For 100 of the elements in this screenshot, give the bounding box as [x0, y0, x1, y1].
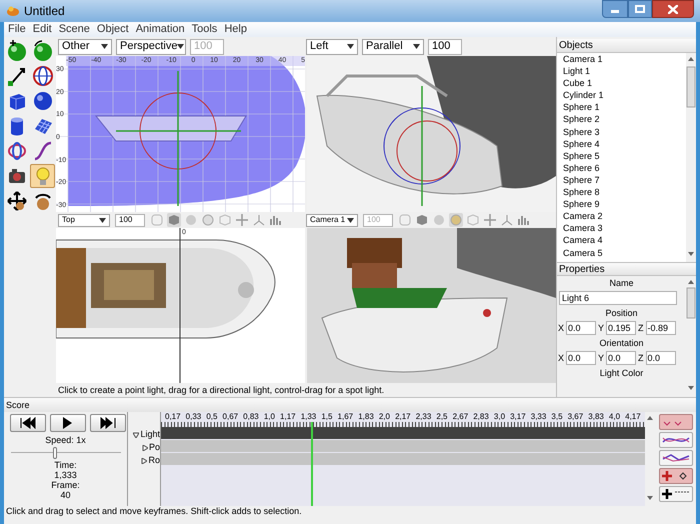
object-list-item[interactable]: Camera 3 [563, 222, 686, 234]
fast-forward-button[interactable] [90, 414, 126, 432]
slider-thumb[interactable] [52, 447, 56, 459]
close-button[interactable] [652, 0, 694, 18]
object-list-item[interactable]: Light 1 [563, 65, 686, 78]
window-title: Untitled [24, 3, 65, 20]
object-list-item[interactable]: Camera 5 [563, 246, 686, 259]
object-list-item[interactable]: Sphere 2 [563, 113, 686, 126]
track-bar[interactable] [161, 427, 645, 439]
view-dropdown[interactable]: Top [58, 214, 110, 226]
panel-header: Objects [557, 39, 696, 53]
track-bar[interactable] [161, 440, 645, 452]
globe-icon[interactable] [30, 64, 55, 88]
field-label: Name [609, 277, 634, 289]
value-text: 1,333 [54, 470, 77, 480]
object-list-item[interactable]: Camera 1 [563, 53, 686, 66]
app-icon [6, 5, 20, 17]
field-label: Frame: [51, 480, 80, 490]
time-label: 3,5 [551, 412, 563, 422]
object-list-item[interactable]: Sphere 1 [563, 101, 686, 114]
speed-slider[interactable] [10, 446, 120, 460]
projection-dropdown[interactable]: Perspective [116, 38, 186, 54]
number-field[interactable]: 0.0 [646, 351, 676, 365]
object-list-item[interactable]: Sphere 3 [563, 126, 686, 138]
scrollbar[interactable] [686, 53, 696, 262]
bars-icon[interactable] [517, 213, 531, 227]
time-label: 3,67 [568, 412, 584, 422]
projection-dropdown[interactable]: Parallel [362, 38, 424, 54]
minimize-button[interactable] [602, 0, 628, 18]
object-list-item[interactable]: Sphere 9 [563, 198, 686, 210]
keyframe-dots-icon[interactable] [658, 414, 692, 430]
time-label: 0,33 [186, 412, 202, 422]
menu-item[interactable]: Help [224, 24, 247, 35]
object-list-item[interactable]: Sphere 8 [563, 186, 686, 198]
time-label: 1,83 [358, 412, 374, 422]
move-keyframe-icon[interactable] [658, 468, 692, 484]
time-label: 0,17 [165, 412, 181, 422]
move-curve-icon[interactable] [658, 486, 692, 502]
object-list-item[interactable]: Cylinder 1 [563, 89, 686, 102]
object-list-item[interactable]: Sphere 7 [563, 174, 686, 186]
time-label: 4,0 [608, 412, 620, 422]
time-label: 1,17 [280, 412, 296, 422]
skip-back-icon [20, 417, 36, 429]
time-label: 0,67 [222, 412, 238, 422]
minimize-icon [611, 10, 619, 14]
view-dropdown[interactable]: Other [58, 38, 112, 54]
caret-icon [347, 44, 354, 49]
rewind-button[interactable] [10, 414, 46, 432]
collapse-icon[interactable] [141, 458, 148, 464]
number-field[interactable]: 0.0 [606, 351, 636, 365]
speed-label: Speed: 1x [45, 434, 86, 446]
hint-text: Click to create a point light, drag for a directional light, control-drag for a spot light. [57, 384, 386, 397]
menu-item[interactable]: Animation [136, 24, 185, 35]
object-list-item[interactable]: Cube 1 [563, 77, 686, 90]
bars-icon[interactable] [269, 213, 283, 227]
shading-mode-icon[interactable] [167, 213, 181, 227]
zoom-field[interactable]: 100 [428, 38, 462, 54]
number-field[interactable]: 0.195 [606, 321, 636, 335]
play-button[interactable] [50, 414, 86, 432]
axis-label: X [558, 352, 564, 365]
caret-icon [347, 218, 354, 222]
number-field[interactable]: 0.0 [566, 351, 596, 365]
time-label: 1,5 [321, 412, 332, 422]
expand-icon[interactable] [133, 432, 140, 438]
time-label: 1,67 [338, 412, 354, 422]
caret-icon [99, 218, 106, 222]
menu-item[interactable]: Object [96, 24, 129, 35]
time-label: 4,17 [625, 412, 641, 422]
object-list-item[interactable]: Camera 2 [563, 210, 686, 222]
menu-item[interactable]: File [8, 24, 26, 35]
view-dropdown[interactable]: Left [306, 38, 358, 54]
maximize-button[interactable] [628, 0, 652, 18]
time-label: 2,33 [416, 412, 432, 422]
track-label: Light [140, 430, 160, 439]
smooth-curve-icon[interactable] [658, 432, 692, 448]
collapse-icon[interactable] [142, 444, 148, 450]
object-list-item[interactable]: Camera 4 [563, 234, 686, 246]
name-field[interactable]: Light 6 [559, 291, 677, 305]
time-label: 3,83 [588, 412, 604, 422]
field-label: Light Color [600, 367, 644, 379]
track-bar[interactable] [161, 453, 645, 465]
value-text: 40 [60, 490, 70, 500]
zoom-field[interactable]: 100 [115, 214, 145, 226]
menu-item[interactable]: Scene [58, 24, 90, 35]
number-field[interactable]: 0.0 [566, 321, 596, 335]
playhead[interactable] [311, 422, 314, 506]
menu-item[interactable]: Tools [192, 24, 218, 35]
axis-label: Z [638, 322, 644, 335]
caret-icon [177, 44, 184, 49]
track-label: Po [148, 443, 160, 452]
object-list-item[interactable]: Sphere 6 [563, 162, 686, 174]
panel-header: Properties [557, 262, 696, 276]
time-label: 2,67 [452, 412, 468, 422]
view-dropdown[interactable]: Camera 1 [306, 214, 358, 226]
object-list-item[interactable]: Sphere 5 [563, 150, 686, 162]
axis-label: X [558, 322, 564, 335]
object-list-item[interactable]: Sphere 4 [563, 138, 686, 150]
curve-lines-icon[interactable] [658, 450, 692, 466]
menu-item[interactable]: Edit [32, 24, 52, 35]
number-field[interactable]: -0.89 [646, 321, 676, 335]
